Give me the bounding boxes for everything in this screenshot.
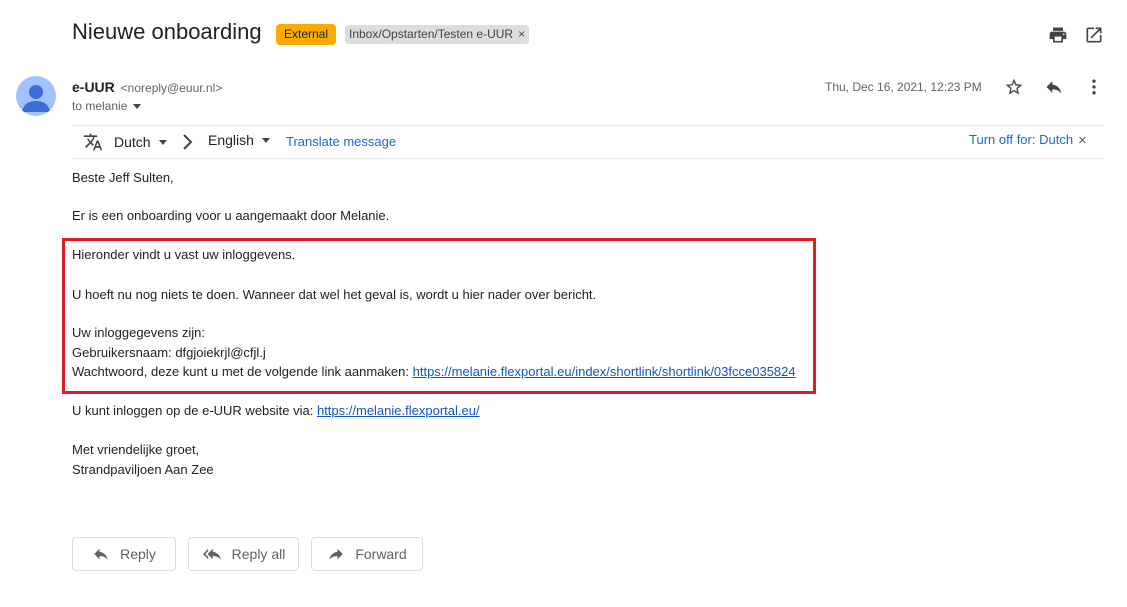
forward-button[interactable]: Forward <box>311 537 423 571</box>
divider <box>72 158 1104 159</box>
reply-all-button-label: Reply all <box>231 546 286 562</box>
translate-icon <box>83 133 103 151</box>
remove-label-icon[interactable]: × <box>518 27 525 41</box>
password-link[interactable]: https://melanie.flexportal.eu/index/shor… <box>413 364 796 379</box>
forward-button-label: Forward <box>355 546 407 562</box>
source-language-label: Dutch <box>114 134 151 150</box>
chevron-right-icon <box>180 133 196 154</box>
chevron-down-icon <box>261 137 270 143</box>
greeting-text: Beste Jeff Sulten, <box>72 170 174 185</box>
reply-button[interactable]: Reply <box>72 537 176 571</box>
closing-text: Met vriendelijke groet, <box>72 442 200 457</box>
target-language-label: English <box>208 132 254 148</box>
password-instruction: Wachtwoord, deze kunt u met de volgende … <box>72 364 413 379</box>
website-link[interactable]: https://melanie.flexportal.eu/ <box>317 403 480 418</box>
chevron-down-icon[interactable] <box>133 103 142 109</box>
print-icon[interactable] <box>1046 23 1070 47</box>
reply-all-icon <box>202 548 221 560</box>
recipient-details[interactable]: to melanie <box>72 99 142 113</box>
chevron-down-icon <box>158 139 167 145</box>
password-line: Wachtwoord, deze kunt u met de volgende … <box>72 364 796 379</box>
close-translate-bar-icon[interactable]: × <box>1078 132 1087 149</box>
folder-label[interactable]: Inbox/Opstarten/Testen e-UUR × <box>345 25 530 44</box>
target-language-select[interactable]: English <box>208 132 270 148</box>
open-in-new-window-icon[interactable] <box>1082 23 1106 47</box>
more-options-icon[interactable] <box>1082 75 1106 99</box>
email-date: Thu, Dec 16, 2021, 12:23 PM <box>825 80 982 94</box>
body-paragraph: Uw inloggegevens zijn: <box>72 325 205 340</box>
body-paragraph: U hoeft nu nog niets te doen. Wanneer da… <box>72 287 597 302</box>
reply-icon <box>94 548 108 560</box>
signature-text: Strandpaviljoen Aan Zee <box>72 462 214 477</box>
translate-bar: Dutch English Translate message Turn off… <box>72 128 1104 156</box>
forward-icon <box>329 548 344 560</box>
star-icon[interactable] <box>1002 75 1026 99</box>
email-subject: Nieuwe onboarding <box>72 19 262 44</box>
external-label[interactable]: External <box>276 24 337 45</box>
login-instruction: U kunt inloggen op de e-UUR website via: <box>72 403 317 418</box>
body-paragraph: Hieronder vindt u vast uw inloggevens. <box>72 247 296 262</box>
login-line: U kunt inloggen op de e-UUR website via:… <box>72 403 480 418</box>
person-icon <box>22 85 50 112</box>
body-paragraph: Er is een onboarding voor u aangemaakt d… <box>72 208 390 223</box>
sender-email: <noreply@euur.nl> <box>120 81 223 95</box>
turn-off-translation-link[interactable]: Turn off for: Dutch <box>969 132 1073 147</box>
reply-all-button[interactable]: Reply all <box>188 537 299 571</box>
translate-message-link[interactable]: Translate message <box>286 134 396 149</box>
sender-name[interactable]: e-UUR <box>72 79 115 95</box>
sender-avatar[interactable] <box>16 76 56 116</box>
recipient-text: to melanie <box>72 99 128 113</box>
reply-icon[interactable] <box>1042 75 1066 99</box>
reply-button-label: Reply <box>120 546 156 562</box>
username-text: Gebruikersnaam: dfgjoiekrjl@cfjl.j <box>72 345 266 360</box>
folder-label-text: Inbox/Opstarten/Testen e-UUR <box>349 27 514 41</box>
source-language-select[interactable]: Dutch <box>82 132 167 152</box>
sender-line: e-UUR <noreply@euur.nl> <box>72 79 222 95</box>
divider <box>72 125 1104 126</box>
